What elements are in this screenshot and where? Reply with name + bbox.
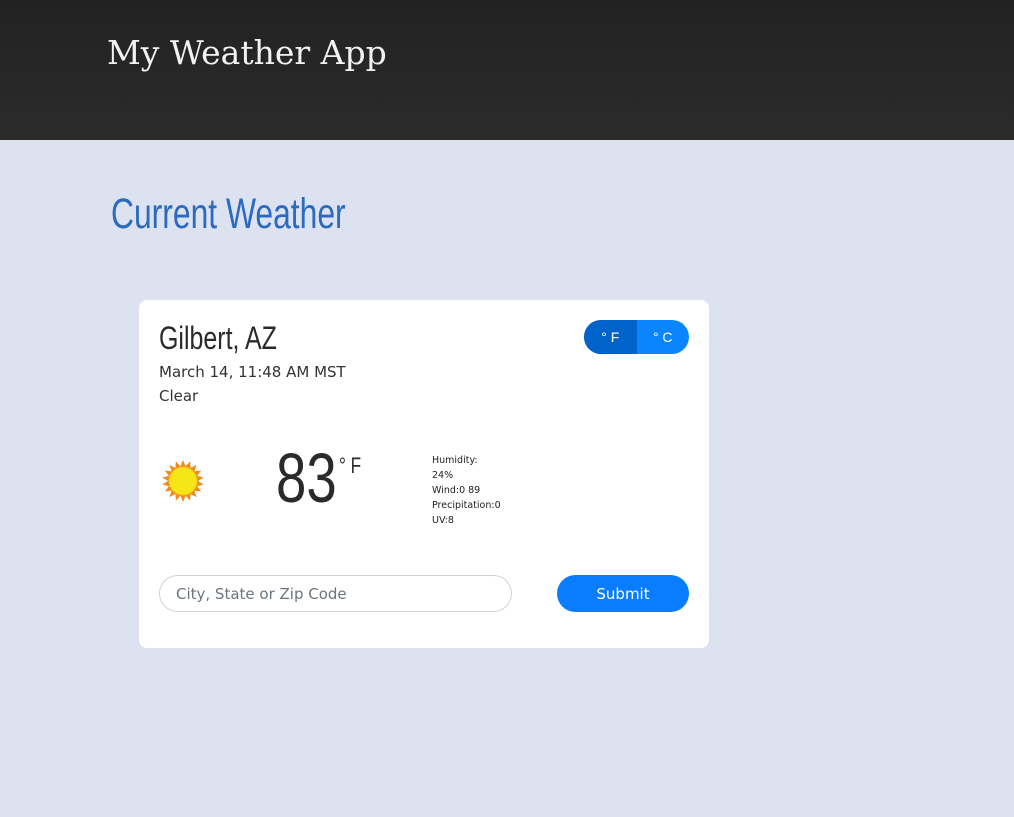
section-heading: Current Weather	[111, 190, 346, 238]
celsius-button[interactable]: ° C	[637, 320, 690, 354]
weather-datetime: March 14, 11:48 AM MST	[159, 363, 346, 381]
weather-condition: Clear	[159, 387, 199, 405]
location-search-input[interactable]	[159, 575, 512, 612]
temperature-unit: ° F	[339, 453, 362, 478]
location-name: Gilbert, AZ	[159, 320, 277, 356]
sun-icon	[162, 460, 204, 502]
unit-toggle: ° F ° C	[584, 320, 689, 354]
temperature-value: 83	[276, 439, 337, 517]
app-title: My Weather App	[107, 33, 387, 72]
weather-card: Gilbert, AZ March 14, 11:48 AM MST Clear…	[139, 300, 709, 648]
humidity-label: Humidity:	[432, 455, 478, 466]
wind-value: Wind:0 89	[432, 485, 481, 496]
top-bar: My Weather App	[0, 0, 1014, 140]
humidity-value: 24%	[432, 470, 454, 481]
uv-value: UV:8	[432, 515, 454, 526]
weather-details: Humidity: 24% Wind:0 89 Precipitation:0 …	[432, 453, 522, 528]
fahrenheit-button[interactable]: ° F	[584, 320, 637, 354]
submit-button[interactable]: Submit	[557, 575, 689, 612]
precipitation-value: Precipitation:0	[432, 500, 501, 511]
